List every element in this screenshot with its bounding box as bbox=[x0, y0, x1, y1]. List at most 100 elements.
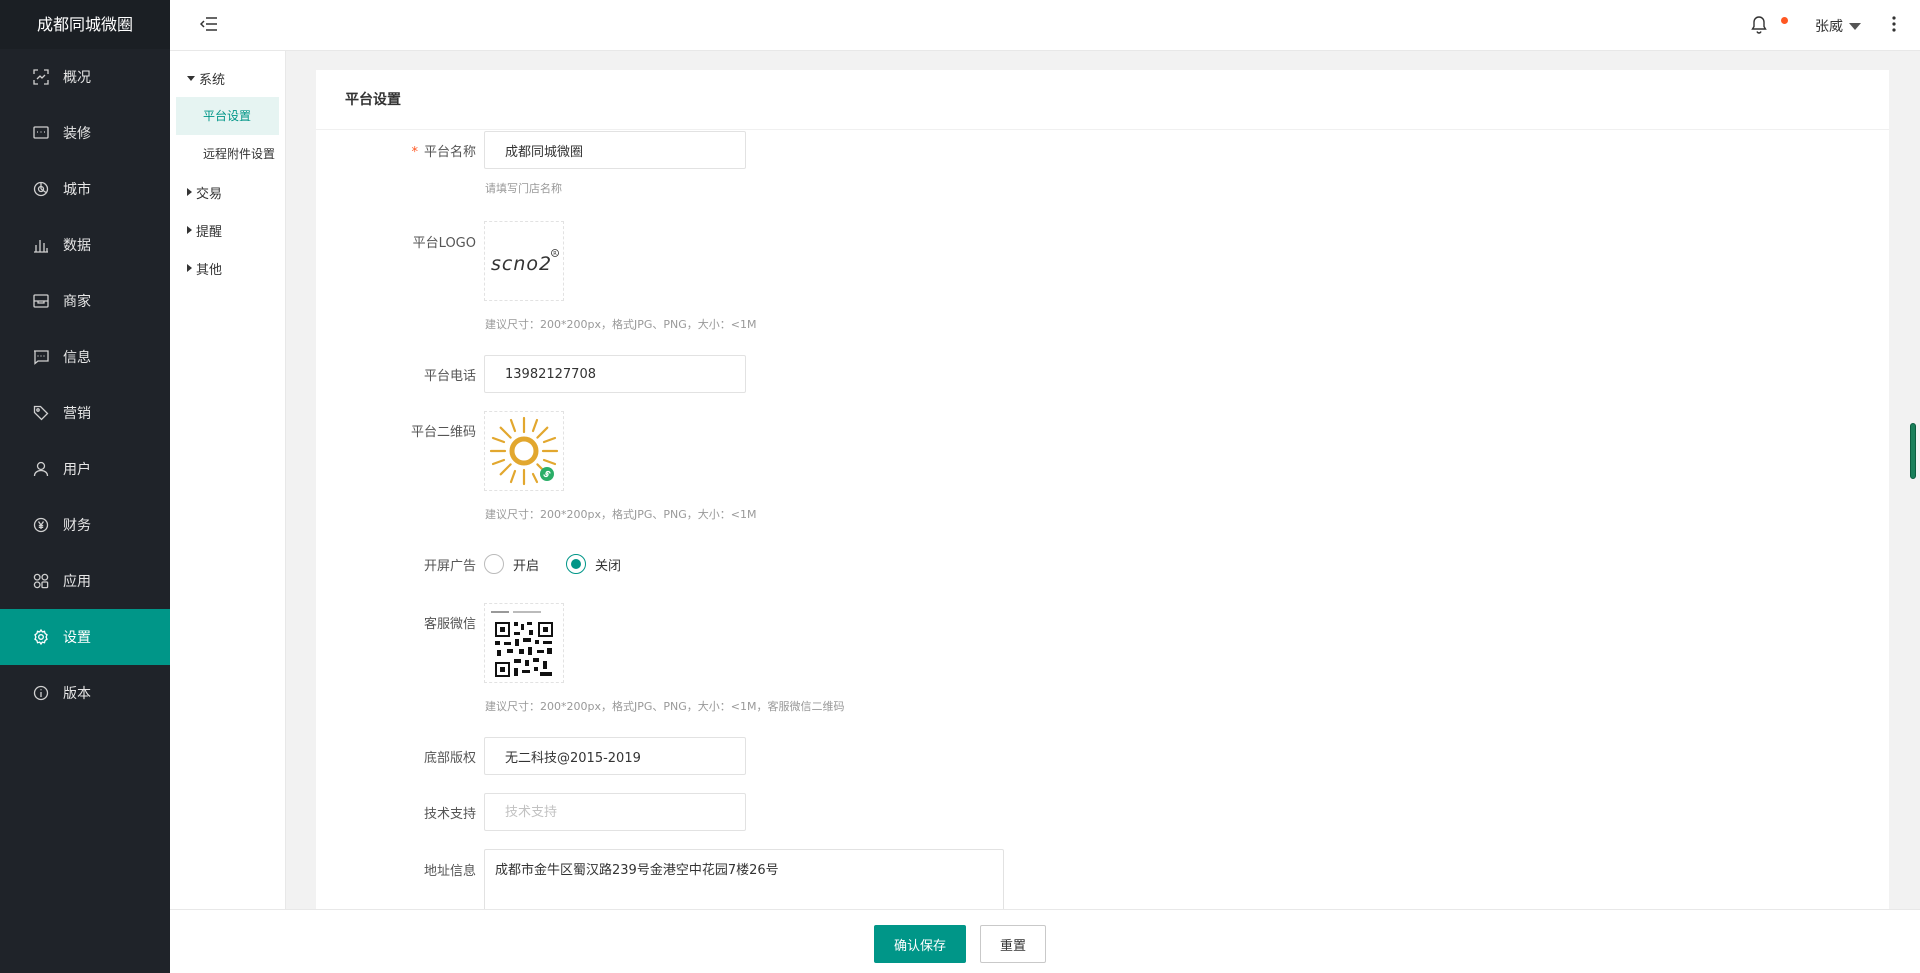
nav-item-finance[interactable]: 财务 bbox=[0, 497, 170, 553]
tech-support-label: 技术支持 bbox=[423, 807, 476, 822]
submenu-group-other[interactable]: 其他 bbox=[170, 249, 285, 287]
submenu-group-label: 系统 bbox=[199, 72, 226, 88]
platform-name-label: * 平台名称 bbox=[316, 141, 476, 160]
card-title: 平台设置 bbox=[316, 70, 1889, 130]
nav-item-message[interactable]: 信息 bbox=[0, 329, 170, 385]
message-icon bbox=[33, 349, 49, 365]
apps-icon bbox=[33, 573, 49, 589]
more-vertical-icon[interactable] bbox=[1891, 15, 1901, 35]
action-bar: 确认保存 重置 bbox=[170, 909, 1920, 973]
store-icon bbox=[33, 293, 49, 309]
platform-logo-hint: 建议尺寸：200*200px，格式JPG、PNG，大小：<1M bbox=[485, 318, 757, 331]
city-icon bbox=[33, 181, 49, 197]
user-menu[interactable]: 张威 bbox=[1815, 16, 1861, 36]
chevron-down-icon bbox=[1849, 22, 1861, 30]
yen-icon bbox=[33, 517, 49, 533]
nav-item-overview[interactable]: 概况 bbox=[0, 49, 170, 105]
nav-label: 应用 bbox=[63, 574, 91, 590]
settings-card: 平台设置 * 平台名称 请填写门店名称 平台LOGO scno2 R 建议尺寸：2… bbox=[316, 70, 1889, 973]
qr-code-image bbox=[491, 611, 553, 677]
nav-label: 城市 bbox=[63, 182, 91, 198]
user-name: 张威 bbox=[1815, 19, 1843, 35]
decorate-icon bbox=[33, 125, 49, 141]
mini-program-code-image bbox=[489, 416, 559, 486]
reset-button[interactable]: 重置 bbox=[980, 925, 1046, 963]
svg-text:R: R bbox=[553, 251, 557, 257]
caret-right-icon bbox=[187, 188, 192, 196]
notification-dot bbox=[1781, 17, 1788, 24]
bell-icon[interactable] bbox=[1750, 15, 1770, 35]
submenu-group-label: 其他 bbox=[196, 262, 223, 278]
top-bar: 张威 bbox=[170, 0, 1920, 51]
platform-logo-label: 平台LOGO bbox=[412, 236, 476, 251]
platform-qrcode-upload[interactable] bbox=[484, 411, 564, 491]
nav-label: 信息 bbox=[63, 350, 91, 366]
tech-support-input[interactable] bbox=[484, 793, 746, 831]
platform-qrcode-hint: 建议尺寸：200*200px，格式JPG、PNG，大小：<1M bbox=[485, 508, 757, 521]
info-icon bbox=[33, 685, 49, 701]
nav-label: 装修 bbox=[63, 126, 91, 142]
submenu-group-trade[interactable]: 交易 bbox=[170, 173, 285, 211]
nav-label: 概况 bbox=[63, 70, 91, 86]
nav-label: 版本 bbox=[63, 686, 91, 702]
tag-icon bbox=[33, 405, 49, 421]
nav-item-settings[interactable]: 设置 bbox=[0, 609, 170, 665]
caret-down-icon bbox=[187, 75, 195, 81]
splash-ad-radio-on[interactable]: 开启 bbox=[484, 554, 539, 574]
platform-name-input[interactable] bbox=[484, 131, 746, 169]
submenu-item-remote-attachment[interactable]: 远程附件设置 bbox=[176, 135, 279, 173]
save-button[interactable]: 确认保存 bbox=[874, 925, 966, 963]
nav-label: 用户 bbox=[63, 462, 91, 478]
nav-item-apps[interactable]: 应用 bbox=[0, 553, 170, 609]
main-sidebar: 成都同城微圈 概况 装修 城市 数据 商家 信息 营销 用户 财务 应用 设置 … bbox=[0, 0, 170, 973]
radio-circle bbox=[566, 554, 586, 574]
service-wechat-label: 客服微信 bbox=[423, 617, 476, 632]
nav-item-users[interactable]: 用户 bbox=[0, 441, 170, 497]
platform-phone-label: 平台电话 bbox=[423, 369, 476, 384]
svg-text:scno2: scno2 bbox=[491, 253, 552, 275]
nav-item-version[interactable]: 版本 bbox=[0, 665, 170, 721]
platform-name-hint: 请填写门店名称 bbox=[485, 182, 562, 195]
platform-qrcode-label: 平台二维码 bbox=[410, 425, 476, 440]
platform-phone-input[interactable] bbox=[484, 355, 746, 393]
user-icon bbox=[33, 461, 49, 477]
splash-ad-label: 开屏广告 bbox=[423, 559, 476, 574]
submenu-group-label: 交易 bbox=[196, 186, 223, 202]
service-wechat-hint: 建议尺寸：200*200px，格式JPG、PNG，大小：<1M，客服微信二维码 bbox=[485, 700, 845, 713]
submenu-group-system[interactable]: 系统 bbox=[170, 59, 285, 97]
nav-item-store[interactable]: 商家 bbox=[0, 273, 170, 329]
service-wechat-upload[interactable] bbox=[484, 603, 564, 683]
address-label: 地址信息 bbox=[423, 864, 476, 879]
nav-label: 设置 bbox=[63, 630, 91, 646]
brand-title: 成都同城微圈 bbox=[0, 0, 170, 49]
nav-label: 营销 bbox=[63, 406, 91, 422]
nav-item-marketing[interactable]: 营销 bbox=[0, 385, 170, 441]
splash-ad-radio-off[interactable]: 关闭 bbox=[566, 554, 621, 574]
nav-label: 数据 bbox=[63, 238, 91, 254]
submenu-group-label: 提醒 bbox=[196, 224, 223, 240]
nav-item-data[interactable]: 数据 bbox=[0, 217, 170, 273]
settings-submenu: 系统 平台设置 远程附件设置 交易 提醒 其他 bbox=[170, 51, 286, 973]
platform-name-label-text: 平台名称 bbox=[423, 145, 476, 160]
copyright-input[interactable] bbox=[484, 737, 746, 775]
gear-icon bbox=[33, 629, 49, 645]
nav-label: 财务 bbox=[63, 518, 91, 534]
collapse-menu-icon[interactable] bbox=[199, 16, 220, 34]
platform-logo-upload[interactable]: scno2 R bbox=[484, 221, 564, 301]
submenu-group-reminder[interactable]: 提醒 bbox=[170, 211, 285, 249]
copyright-label: 底部版权 bbox=[423, 751, 476, 766]
submenu-item-platform-settings[interactable]: 平台设置 bbox=[176, 97, 279, 135]
dashboard-icon bbox=[33, 69, 49, 85]
radio-circle bbox=[484, 554, 504, 574]
caret-right-icon bbox=[187, 226, 192, 234]
radio-label: 关闭 bbox=[595, 558, 622, 574]
logo-image: scno2 R bbox=[491, 249, 559, 275]
data-icon bbox=[33, 237, 49, 253]
required-mark: * bbox=[411, 145, 418, 160]
caret-right-icon bbox=[187, 264, 192, 272]
radio-label: 开启 bbox=[513, 558, 540, 574]
nav-label: 商家 bbox=[63, 294, 91, 310]
page-scrollbar[interactable] bbox=[1910, 423, 1916, 479]
nav-item-city[interactable]: 城市 bbox=[0, 161, 170, 217]
nav-item-decorate[interactable]: 装修 bbox=[0, 105, 170, 161]
